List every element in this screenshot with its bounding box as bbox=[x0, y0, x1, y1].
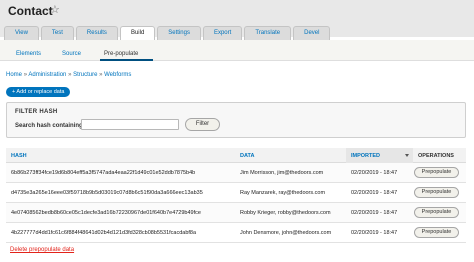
tab-export[interactable]: Export bbox=[202, 26, 243, 40]
cell-imported: 02/20/2019 - 18:47 bbox=[351, 230, 398, 236]
cell-hash: d4735e3a265e16eee03f59718b9b5d03019c07d8… bbox=[11, 190, 203, 196]
sort-desc-icon[interactable] bbox=[405, 154, 409, 157]
delete-prepopulate-data-link[interactable]: Delete prepopulate data bbox=[10, 247, 74, 253]
table-row: d4735e3a265e16eee03f59718b9b5d03019c07d8… bbox=[6, 183, 466, 203]
cell-hash: 4e07408562bedb8b60ce05c1decfe3ad16b72230… bbox=[11, 210, 201, 216]
breadcrumb-home[interactable]: Home bbox=[6, 72, 22, 78]
column-imported[interactable]: IMPORTED bbox=[351, 153, 380, 159]
page-header: Contact ☆ View Test Results Build Settin… bbox=[0, 0, 474, 40]
column-hash[interactable]: HASH bbox=[11, 153, 27, 159]
cell-data: Jim Morrisson, jim@thedoors.com bbox=[240, 170, 324, 176]
filter-button[interactable]: Filter bbox=[185, 118, 220, 131]
search-hash-input[interactable] bbox=[81, 119, 179, 130]
cell-imported: 02/20/2019 - 18:47 bbox=[351, 210, 398, 216]
cell-hash: 4b227777d4dd1fc61c6f884f48641d02b4d121d3… bbox=[11, 230, 197, 236]
breadcrumb-structure[interactable]: Structure bbox=[73, 72, 97, 78]
table-header: HASH DATA IMPORTED OPERATIONS bbox=[6, 148, 466, 163]
breadcrumb-administration[interactable]: Administration bbox=[28, 72, 66, 78]
subtab-pre-populate[interactable]: Pre-populate bbox=[104, 51, 138, 57]
search-hash-label: Search hash containing: bbox=[15, 123, 85, 129]
prepopulate-button[interactable]: Prepopulate bbox=[414, 227, 459, 238]
filter-hash-panel: FILTER HASH Search hash containing: Filt… bbox=[6, 102, 466, 138]
prepopulate-button[interactable]: Prepopulate bbox=[414, 167, 459, 178]
cell-imported: 02/20/2019 - 18:47 bbox=[351, 170, 398, 176]
table-row: 4b227777d4dd1fc61c6f884f48641d02b4d121d3… bbox=[6, 223, 466, 243]
breadcrumb-webforms[interactable]: Webforms bbox=[104, 72, 131, 78]
tab-results[interactable]: Results bbox=[75, 26, 118, 40]
active-subtab-indicator bbox=[100, 59, 153, 61]
breadcrumb-separator: » bbox=[99, 72, 103, 78]
filter-title: FILTER HASH bbox=[15, 109, 58, 115]
cell-data: John Densmore, john@thedoors.com bbox=[240, 230, 332, 236]
table-body: 6b86b273ff34fce19d6b804eff5a3f5747ada4ea… bbox=[6, 163, 466, 243]
tab-translate[interactable]: Translate bbox=[244, 26, 292, 40]
subtab-source[interactable]: Source bbox=[62, 51, 81, 57]
subtab-elements[interactable]: Elements bbox=[16, 51, 41, 57]
table-row: 6b86b273ff34fce19d6b804eff5a3f5747ada4ea… bbox=[6, 163, 466, 183]
breadcrumb: Home » Administration » Structure » Webf… bbox=[6, 72, 131, 78]
star-icon[interactable]: ☆ bbox=[50, 5, 60, 16]
column-data[interactable]: DATA bbox=[240, 153, 254, 159]
prepopulate-button[interactable]: Prepopulate bbox=[414, 207, 459, 218]
hash-table: HASH DATA IMPORTED OPERATIONS 6b86b273ff… bbox=[6, 148, 466, 243]
tab-devel[interactable]: Devel bbox=[293, 26, 331, 40]
secondary-tabs: Elements Source Pre-populate bbox=[0, 40, 474, 61]
tab-build[interactable]: Build bbox=[119, 26, 156, 40]
cell-data: Robby Krieger, robby@thedoors.com bbox=[240, 210, 331, 216]
add-or-replace-data-button[interactable]: + Add or replace data bbox=[6, 87, 71, 97]
tab-settings[interactable]: Settings bbox=[157, 26, 201, 40]
cell-data: Ray Manzarek, ray@thedoors.com bbox=[240, 190, 326, 196]
breadcrumb-separator: » bbox=[68, 72, 72, 78]
page-title: Contact bbox=[8, 4, 53, 18]
cell-imported: 02/20/2019 - 18:47 bbox=[351, 190, 398, 196]
primary-tabs: View Test Results Build Settings Export … bbox=[4, 26, 331, 40]
table-row: 4e07408562bedb8b60ce05c1decfe3ad16b72230… bbox=[6, 203, 466, 223]
column-operations: OPERATIONS bbox=[418, 153, 454, 159]
cell-hash: 6b86b273ff34fce19d6b804eff5a3f5747ada4ea… bbox=[11, 170, 196, 176]
tab-view[interactable]: View bbox=[4, 26, 39, 40]
prepopulate-button[interactable]: Prepopulate bbox=[414, 187, 459, 198]
breadcrumb-separator: » bbox=[23, 72, 28, 78]
tab-test[interactable]: Test bbox=[40, 26, 74, 40]
